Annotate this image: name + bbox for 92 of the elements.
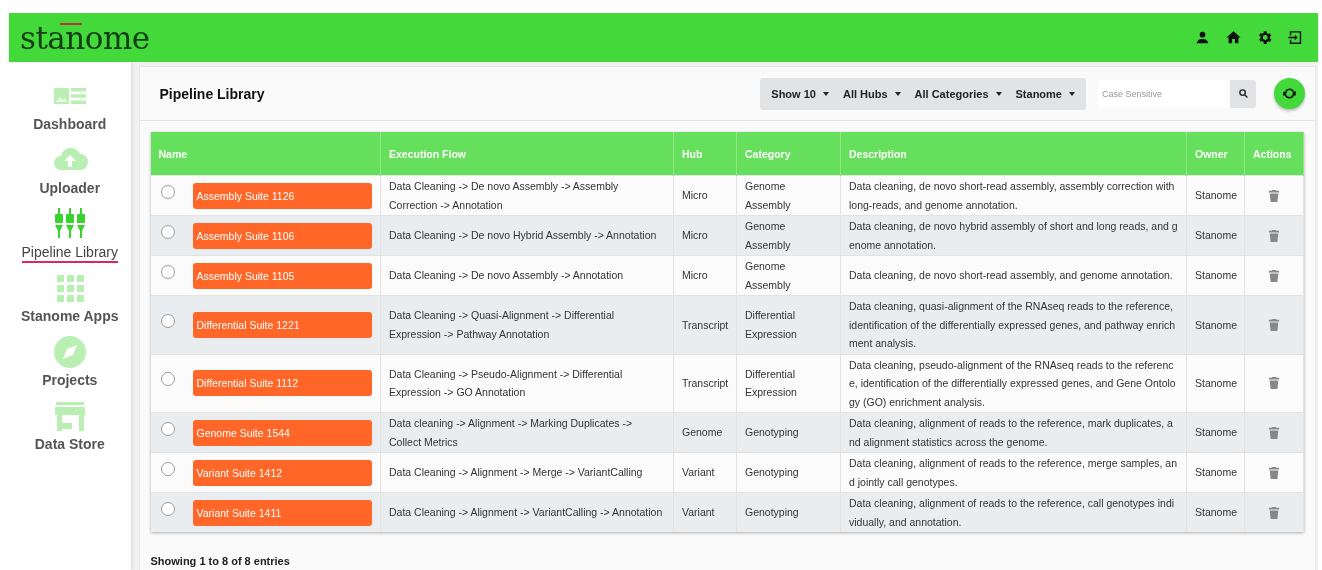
- table-cell: Genome: [673, 412, 737, 453]
- search-icon: [1237, 88, 1249, 99]
- refresh-icon: [1282, 86, 1297, 101]
- table-cell: Stanome: [1186, 492, 1245, 532]
- settings-icon[interactable]: [1256, 29, 1273, 46]
- table-cell: Stanome: [1186, 295, 1245, 354]
- table-cell: Data cleaning, pseudo-alignment of the RNAseq reads to the reference, identification of the differentially expressed genes, and Gene Ontology (GO) enrichment analysis.: [840, 354, 1187, 413]
- exit-icon[interactable]: [1287, 29, 1304, 46]
- caret-icon: [995, 91, 1002, 96]
- table-cell: Differential Expression: [736, 354, 841, 413]
- trash-icon[interactable]: [1268, 465, 1280, 480]
- table-cell: Data cleaning, alignment of reads to the reference, merge samples, and jointly call genotypes.: [840, 452, 1187, 493]
- column-header: Name: [150, 132, 381, 176]
- table-cell: Data Cleaning -> Alignment -> Merge -> VariantCalling: [380, 452, 674, 493]
- column-header: Execution Flow: [380, 132, 674, 176]
- radio-button[interactable]: [160, 501, 175, 516]
- table-cell: Data cleaning, de novo hybrid assembly of short and long reads, and genome annotation.: [840, 215, 1187, 256]
- table-cell: Data Cleaning -> De novo Hybrid Assembly -> Annotation: [380, 215, 674, 256]
- column-header: Category: [736, 132, 841, 176]
- table-cell: Genotyping: [736, 412, 841, 453]
- search-button[interactable]: [1230, 79, 1256, 108]
- dashboard-icon: [51, 87, 88, 105]
- table-cell: Variant: [673, 452, 737, 493]
- logo: stanome: [20, 25, 150, 50]
- table-cell: Differential Expression: [736, 295, 841, 354]
- table-cell: Stanome: [1186, 452, 1245, 493]
- home-icon[interactable]: [1225, 29, 1242, 46]
- table-cell: Stanome: [1186, 175, 1245, 216]
- user-icon[interactable]: [1194, 29, 1211, 46]
- table-cell: Variant: [673, 492, 737, 532]
- sidebar-item[interactable]: Projects: [42, 334, 98, 391]
- table-cell: Data Cleaning -> De novo Assembly -> Assembly Correction -> Annotation: [380, 175, 674, 216]
- column-header: Actions: [1244, 132, 1304, 176]
- table-cell: Stanome: [1186, 354, 1245, 413]
- table-cell: Data cleaning, quasi-alignment of the RNAseq reads to the reference, identification of the differentially expressed genes, and pathway enrichment analysis.: [840, 295, 1187, 354]
- trash-icon[interactable]: [1268, 268, 1280, 283]
- caret-icon: [1069, 91, 1075, 96]
- table-cell: Transcript: [673, 295, 737, 354]
- radio-button[interactable]: [160, 313, 175, 328]
- trash-icon[interactable]: [1268, 317, 1280, 332]
- column-header: Description: [840, 132, 1187, 176]
- table-cell: Data cleaning, de novo short-read assembly, and genome annotation.: [840, 255, 1187, 296]
- sidebar-item[interactable]: Data Store: [34, 398, 105, 455]
- filter-dropdown[interactable]: All Hubs: [835, 87, 908, 100]
- table-cell: Genome Assembly: [736, 175, 841, 216]
- table-cell: Stanome: [1186, 412, 1245, 453]
- table-cell: Genotyping: [736, 492, 841, 532]
- refresh-button[interactable]: [1274, 78, 1305, 109]
- radio-button[interactable]: [160, 421, 175, 436]
- filter-dropdown[interactable]: All Categories: [907, 87, 1009, 100]
- table-cell: Data Cleaning -> Quasi-Alignment -> Differential Expression -> Pathway Annotation: [380, 295, 674, 354]
- table-cell: Data cleaning, alignment of reads to the reference, call genotypes individually, and annotation.: [840, 492, 1187, 532]
- page-title: Pipeline Library: [159, 85, 266, 102]
- caret-icon: [822, 91, 829, 96]
- table-cell: Genome Assembly: [736, 215, 841, 256]
- sidebar-item[interactable]: Pipeline Library: [21, 206, 118, 263]
- table-cell: Data Cleaning -> Alignment -> VariantCalling -> Annotation: [380, 492, 674, 532]
- table-cell: Data Cleaning -> Pseudo-Alignment -> Differential Expression -> GO Annotation: [380, 354, 674, 413]
- trash-icon[interactable]: [1268, 505, 1280, 520]
- filter-dropdown[interactable]: Show 10: [764, 87, 836, 100]
- logo-accent-line: [60, 22, 82, 25]
- sidebar-item[interactable]: Stanome Apps: [21, 270, 119, 327]
- table-cell: Stanome: [1186, 215, 1245, 256]
- table-cell: Genome Assembly: [736, 255, 841, 296]
- table-cell: Data cleaning, de novo short-read assembly, assembly correction with long-reads, and genome annotation.: [840, 175, 1187, 216]
- caret-icon: [894, 91, 901, 96]
- trash-icon[interactable]: [1268, 376, 1280, 391]
- table-cell: Transcript: [673, 354, 737, 413]
- sidebar-item[interactable]: Uploader: [39, 142, 101, 199]
- table-cell: Stanome: [1186, 255, 1245, 296]
- filter-dropdown[interactable]: Stanome: [1008, 87, 1082, 100]
- table-cell: Genotyping: [736, 452, 841, 493]
- table-cell: Micro: [673, 175, 737, 216]
- trash-icon[interactable]: [1268, 425, 1280, 440]
- trash-icon[interactable]: [1268, 188, 1280, 203]
- table-cell: Data Cleaning -> De novo Assembly -> Annotation: [380, 255, 674, 296]
- radio-button[interactable]: [160, 264, 175, 279]
- radio-button[interactable]: [160, 224, 175, 239]
- table-cell: Micro: [673, 255, 737, 296]
- radio-button[interactable]: [160, 461, 175, 476]
- table-cell: Data cleaning -> Alignment -> Marking Duplicates -> Collect Metrics: [380, 412, 674, 453]
- table-cell: Micro: [673, 215, 737, 256]
- column-header: Owner: [1186, 132, 1245, 176]
- search-field[interactable]: Case Sensitive: [1098, 79, 1230, 108]
- table-cell: Data cleaning, alignment of reads to the reference, mark duplicates, and alignment statistics across the genome.: [840, 412, 1187, 453]
- radio-button[interactable]: [160, 372, 175, 387]
- trash-icon[interactable]: [1268, 228, 1280, 243]
- entries-summary: Showing 1 to 8 of 8 entries: [149, 554, 291, 569]
- radio-button[interactable]: [160, 184, 175, 199]
- compass-icon: [51, 334, 88, 370]
- sidebar-item[interactable]: Dashboard: [33, 78, 107, 135]
- column-header: Hub: [673, 132, 737, 176]
